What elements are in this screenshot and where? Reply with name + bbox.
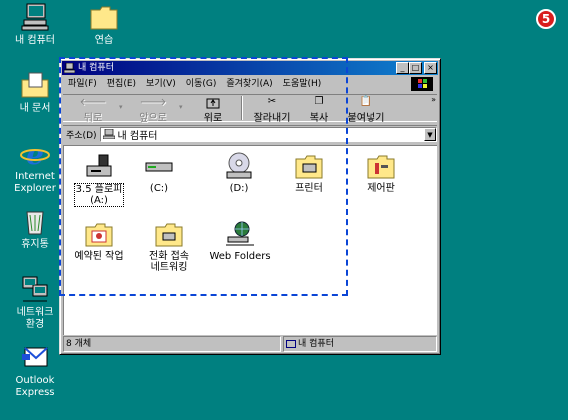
- paste-label: 붙여넣기: [347, 113, 385, 124]
- desktop-icon-label: Outlook Express: [15, 375, 55, 398]
- desktop-icon-my-computer[interactable]: 내 컴퓨터: [3, 2, 67, 47]
- svg-text:e: e: [26, 138, 44, 168]
- status-bar: 8 개체 내 컴퓨터: [63, 336, 437, 352]
- item-label: 제어판: [367, 183, 395, 194]
- status-object-count: 8 개체: [63, 336, 281, 352]
- desktop-icon-recycle-bin[interactable]: 휴지통: [3, 206, 67, 251]
- my-documents-icon: [21, 72, 49, 98]
- maximize-button[interactable]: □: [409, 62, 422, 74]
- my-computer-icon: [286, 339, 296, 348]
- toolbar-more-icon[interactable]: »: [431, 95, 436, 104]
- my-computer-icon: [21, 3, 49, 31]
- desktop-icon-label: 네트워크 환경: [16, 307, 54, 330]
- desktop-icon-label: Internet Explorer: [14, 171, 56, 194]
- desktop-icon-label: 연습: [94, 35, 114, 46]
- step-number-badge: 5: [536, 9, 556, 29]
- status-location: 내 컴퓨터: [283, 336, 437, 352]
- desktop-icon-outlook-express[interactable]: Outlook Express: [3, 342, 67, 399]
- windows-logo-icon: [411, 77, 433, 91]
- folder-icon: [90, 6, 118, 30]
- desktop-icon-label: 내 문서: [19, 103, 51, 114]
- control-panel-icon: [367, 155, 395, 179]
- desktop-icon-network[interactable]: 네트워크 환경: [3, 274, 67, 331]
- desktop-icon-label: 휴지통: [21, 239, 49, 250]
- close-button[interactable]: ×: [424, 62, 437, 74]
- desktop-icon-label: 내 컴퓨터: [15, 35, 55, 46]
- status-location-text: 내 컴퓨터: [298, 339, 334, 349]
- internet-explorer-icon: e: [20, 138, 50, 168]
- recycle-bin-icon: [26, 211, 44, 235]
- minimize-button[interactable]: _: [396, 62, 409, 74]
- desktop-icon-practice-folder[interactable]: 연습: [72, 2, 136, 47]
- highlight-selection-box: [59, 57, 348, 296]
- desktop-icon-my-documents[interactable]: 내 문서: [3, 70, 67, 115]
- network-neighborhood-icon: [22, 276, 48, 302]
- item-control-panel[interactable]: 제어판: [350, 152, 412, 194]
- desktop-icon-internet-explorer[interactable]: e Internet Explorer: [3, 138, 67, 195]
- outlook-express-icon: [22, 347, 48, 367]
- address-dropdown-button[interactable]: ▼: [424, 127, 436, 141]
